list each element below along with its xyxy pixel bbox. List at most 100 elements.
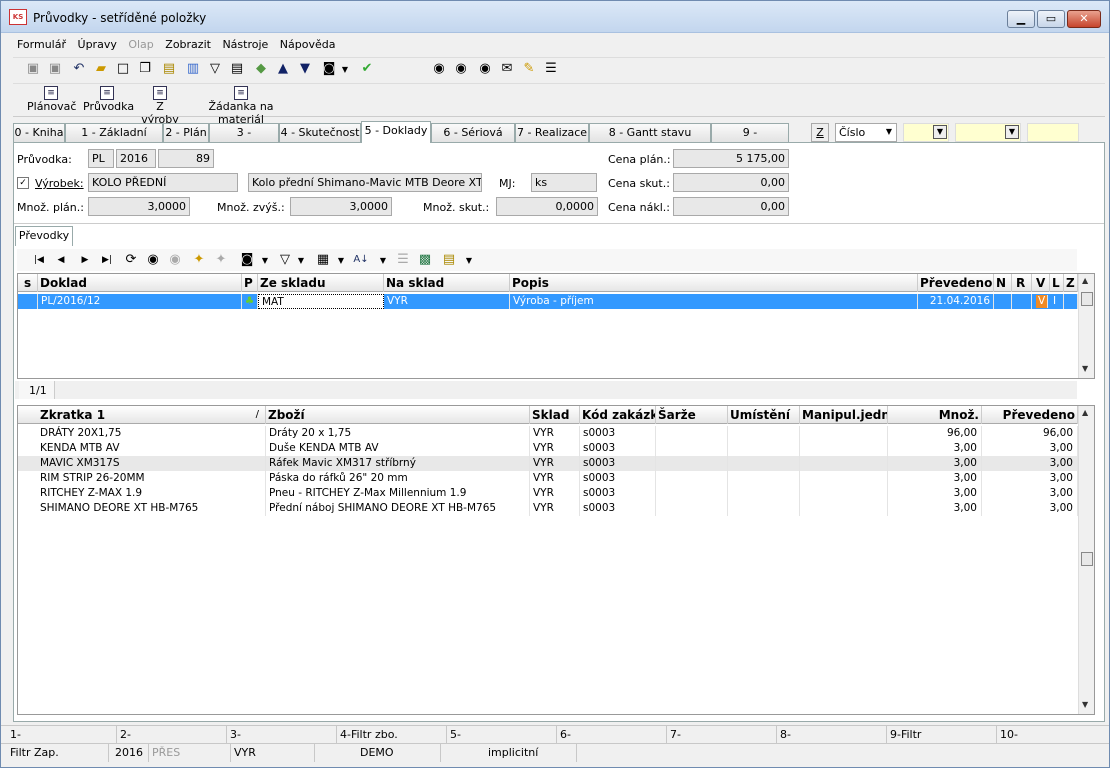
pruvodka-number-field[interactable]: 89 bbox=[158, 149, 214, 168]
menu-zobrazit[interactable]: Zobrazit bbox=[161, 35, 215, 51]
close-button[interactable]: ✕ bbox=[1067, 10, 1101, 28]
pruvodka-button[interactable]: ≡ Průvodka bbox=[83, 86, 134, 113]
lock-icon[interactable]: ▤ bbox=[161, 61, 177, 77]
pruvodka-type-field[interactable]: PL bbox=[88, 149, 114, 168]
layers-icon[interactable]: ◆ bbox=[253, 61, 269, 77]
col-prevedeno[interactable]: Převedeno bbox=[918, 274, 994, 292]
sort-az-icon[interactable]: A↓ bbox=[353, 252, 369, 268]
scroll-up-icon[interactable]: ▲ bbox=[1082, 276, 1088, 285]
table-row[interactable]: RITCHEY Z-MAX 1.9 Pneu - RITCHEY Z-Max Mi… bbox=[18, 486, 1078, 501]
col-doklad[interactable]: Doklad bbox=[38, 274, 242, 292]
fkey-8[interactable]: 8- bbox=[777, 726, 887, 744]
table-row[interactable]: KENDA MTB AV Duše KENDA MTB AV VYR s0003 3,0… bbox=[18, 441, 1078, 456]
sort-dropdown-icon[interactable]: ▼ bbox=[375, 253, 391, 269]
excel-icon[interactable]: ▩ bbox=[417, 252, 433, 268]
col-sklad[interactable]: Sklad bbox=[530, 406, 580, 424]
menu-upravy[interactable]: Úpravy bbox=[74, 35, 121, 51]
columns-icon[interactable]: ▦ bbox=[315, 252, 331, 268]
scroll-down-icon[interactable]: ▼ bbox=[1082, 364, 1088, 373]
star-add-icon[interactable]: ✦ bbox=[191, 252, 207, 268]
vyrobek-checkbox[interactable]: ✓ bbox=[17, 177, 29, 189]
scroll-thumb[interactable] bbox=[1081, 552, 1093, 566]
filter-icon[interactable]: ▽ bbox=[277, 252, 293, 268]
fkey-4[interactable]: 4-Filtr zbo. bbox=[337, 726, 447, 744]
sort-field-select[interactable]: Číslo ▼ bbox=[835, 123, 897, 142]
col-v[interactable]: V bbox=[1032, 274, 1050, 292]
maximize-button[interactable]: ▭ bbox=[1037, 10, 1065, 28]
arrow-up-icon[interactable]: ▲ bbox=[275, 61, 291, 77]
mnoz-skut-field[interactable]: 0,0000 bbox=[496, 197, 598, 216]
table-row[interactable]: RIM STRIP 26-20MM Páska do ráfků 26" 20 m… bbox=[18, 471, 1078, 486]
col-umisteni[interactable]: Umístění bbox=[728, 406, 800, 424]
dropdown-icon[interactable]: ▼ bbox=[1005, 125, 1019, 139]
fkey-2[interactable]: 2- bbox=[117, 726, 227, 744]
undo-icon[interactable]: ↶ bbox=[71, 61, 87, 77]
table-row[interactable]: PL/2016/12 ♣ MAT VYR Výroba - příjem 21.… bbox=[18, 294, 1078, 309]
fkey-10[interactable]: 10- bbox=[997, 726, 1105, 744]
tab-zakladni-udaje[interactable]: 1 - Základní údaje bbox=[65, 123, 163, 156]
cena-nakl-field[interactable]: 0,00 bbox=[673, 197, 789, 216]
col-sarze[interactable]: Šarže bbox=[656, 406, 728, 424]
binoculars-next-icon[interactable]: ◉ bbox=[453, 61, 469, 77]
col-n[interactable]: N bbox=[994, 274, 1012, 292]
tab-doklady[interactable]: 5 - Doklady bbox=[361, 121, 431, 143]
page-indicator[interactable]: 1/1 bbox=[19, 381, 55, 399]
sort-direction-button[interactable]: Z bbox=[811, 123, 829, 142]
upper-grid-scrollbar[interactable]: ▲ ▼ bbox=[1078, 274, 1094, 378]
lower-grid-scrollbar[interactable]: ▲ ▼ bbox=[1078, 406, 1094, 714]
col-zkratka[interactable]: Zkratka 1 / bbox=[18, 406, 266, 424]
tab-skutecnost[interactable]: 4 - Skutečnost bbox=[279, 123, 361, 142]
mnoz-plan-field[interactable]: 3,0000 bbox=[88, 197, 190, 216]
fkey-7[interactable]: 7- bbox=[667, 726, 777, 744]
fkey-6[interactable]: 6- bbox=[557, 726, 667, 744]
filter-document-icon[interactable]: ▤ bbox=[229, 61, 245, 77]
filter-icon[interactable]: ▽ bbox=[207, 61, 223, 77]
menu-napoveda[interactable]: Nápověda bbox=[276, 35, 340, 51]
cena-plan-field[interactable]: 5 175,00 bbox=[673, 149, 789, 168]
tab-kniha[interactable]: 0 - Kniha bbox=[13, 123, 65, 142]
camera-icon[interactable]: ◙ bbox=[321, 61, 337, 77]
tab-likvidace[interactable]: 3 - Likvidace bbox=[209, 123, 279, 156]
fkey-9[interactable]: 9-Filtr bbox=[887, 726, 997, 744]
col-kod-zakazky[interactable]: Kód zakázky bbox=[580, 406, 656, 424]
scroll-down-icon[interactable]: ▼ bbox=[1082, 700, 1088, 709]
fkey-3[interactable]: 3- bbox=[227, 726, 337, 744]
columns-dropdown-icon[interactable]: ▼ bbox=[333, 253, 349, 269]
mj-field[interactable]: ks bbox=[531, 173, 597, 192]
z-vyroby-button[interactable]: ≡ Z výroby bbox=[137, 86, 183, 126]
col-popis[interactable]: Popis bbox=[510, 274, 918, 292]
report-dropdown-icon[interactable]: ▼ bbox=[461, 253, 477, 269]
camera-icon[interactable]: ◙ bbox=[239, 252, 255, 268]
pruvodka-year-field[interactable]: 2016 bbox=[116, 149, 156, 168]
col-mnoz[interactable]: Množ. bbox=[888, 406, 982, 424]
camera-dropdown-icon[interactable]: ▼ bbox=[257, 253, 273, 269]
col-s[interactable]: s bbox=[18, 274, 38, 292]
next-record-icon[interactable]: ▶ bbox=[77, 252, 93, 268]
cena-skut-field[interactable]: 0,00 bbox=[673, 173, 789, 192]
binoculars-icon[interactable]: ◉ bbox=[145, 252, 161, 268]
cell-ze-skladu[interactable]: MAT bbox=[258, 294, 384, 309]
table-row[interactable]: DRÁTY 20X1,75 Dráty 20 x 1,75 VYR s0003 96,0… bbox=[18, 426, 1078, 441]
filter-field-3[interactable] bbox=[1027, 123, 1079, 142]
tab-plan[interactable]: 2 - Plán bbox=[163, 123, 209, 142]
tab-realizace[interactable]: 7 - Realizace bbox=[515, 123, 589, 142]
first-record-icon[interactable]: |◀ bbox=[31, 252, 47, 268]
col-l[interactable]: L bbox=[1050, 274, 1064, 292]
camera-dropdown-icon[interactable]: ▼ bbox=[337, 62, 353, 78]
col-na-skladu[interactable]: Na sklad bbox=[384, 274, 510, 292]
tab-prevodky[interactable]: Převodky bbox=[15, 226, 73, 246]
fkey-1[interactable]: 1- bbox=[7, 726, 117, 744]
scroll-thumb[interactable] bbox=[1081, 292, 1093, 306]
col-ze-skladu[interactable]: Ze skladu bbox=[258, 274, 384, 292]
last-record-icon[interactable]: ▶| bbox=[99, 252, 115, 268]
vyrobek-name-field[interactable]: Kolo přední Shimano-Mavic MTB Deore XT -… bbox=[248, 173, 482, 192]
fkey-5[interactable]: 5- bbox=[447, 726, 557, 744]
book-icon[interactable]: ▥ bbox=[185, 61, 201, 77]
col-manipul-jednotka[interactable]: Manipul.jednotka bbox=[800, 406, 888, 424]
menu-nastroje[interactable]: Nástroje bbox=[218, 35, 272, 51]
edit-icon[interactable]: ✎ bbox=[521, 61, 537, 77]
report-icon[interactable]: ▤ bbox=[441, 252, 457, 268]
menu-formular[interactable]: Formulář bbox=[13, 35, 70, 51]
copy-icon[interactable]: ❐ bbox=[137, 61, 153, 77]
refresh-icon[interactable]: ⟳ bbox=[123, 252, 139, 268]
